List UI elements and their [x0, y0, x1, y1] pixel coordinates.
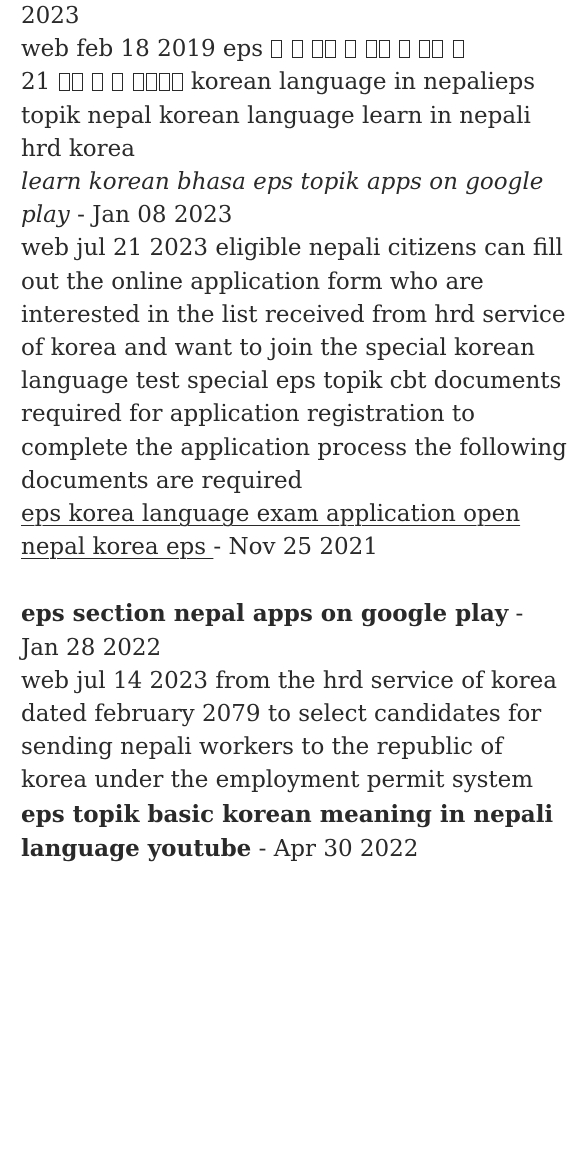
result-title-line: learn korean bhasa eps topik apps on goo… — [21, 166, 567, 232]
missing-glyph-icon — [112, 73, 124, 92]
result-title-line: eps topik basic korean meaning in nepali… — [21, 798, 567, 866]
missing-glyph-icon — [452, 40, 464, 59]
missing-glyph-icon — [398, 40, 410, 59]
missing-glyph-icon — [145, 73, 157, 92]
missing-glyph-icon — [58, 73, 70, 92]
snippet-text-start: web feb 18 2019 eps — [21, 36, 271, 63]
missing-glyph-icon — [432, 40, 444, 59]
missing-glyph-icon — [378, 40, 390, 59]
result-date: Jan 08 2023 — [92, 202, 233, 229]
missing-glyph-icon — [158, 73, 170, 92]
first-snippet: web feb 18 2019 eps 21 korean language i… — [21, 33, 567, 166]
missing-glyph-icon — [291, 40, 303, 59]
snippet-text-line2: 21 — [21, 69, 58, 96]
result-snippet: web jul 14 2023 from the hrd service of … — [21, 667, 557, 794]
missing-glyph-icon — [345, 40, 357, 59]
fragment-date: 2023 — [21, 3, 80, 29]
title-separator: - — [69, 202, 93, 229]
missing-glyph-icon — [325, 40, 336, 59]
missing-glyph-icon — [171, 73, 183, 92]
result-snippet: web jul 21 2023 eligible nepali citizens… — [21, 235, 567, 494]
title-separator: - — [251, 835, 274, 862]
title-separator: - — [213, 534, 229, 561]
missing-glyph-icon — [365, 40, 377, 59]
missing-glyph-icon — [91, 73, 103, 92]
missing-glyph-icon — [419, 40, 431, 59]
missing-glyph-icon — [271, 40, 283, 59]
result-date: Apr 30 2022 — [273, 835, 419, 862]
title-separator: - — [508, 601, 524, 628]
missing-glyph-icon — [71, 73, 83, 92]
missing-glyph-icon — [132, 73, 144, 92]
result-date: Nov 25 2021 — [228, 534, 378, 561]
result-date: Jan 28 2022 — [21, 634, 162, 661]
result-link-eps-section-nepal[interactable]: eps section nepal apps on google play — [21, 600, 508, 627]
result-title-line: eps korea language exam application open… — [21, 498, 567, 564]
missing-glyph-icon — [312, 40, 323, 59]
document-body: 2023 web feb 18 2019 eps 21 korean langu… — [21, 0, 567, 866]
result-title-line: eps section nepal apps on google play - … — [21, 597, 567, 664]
